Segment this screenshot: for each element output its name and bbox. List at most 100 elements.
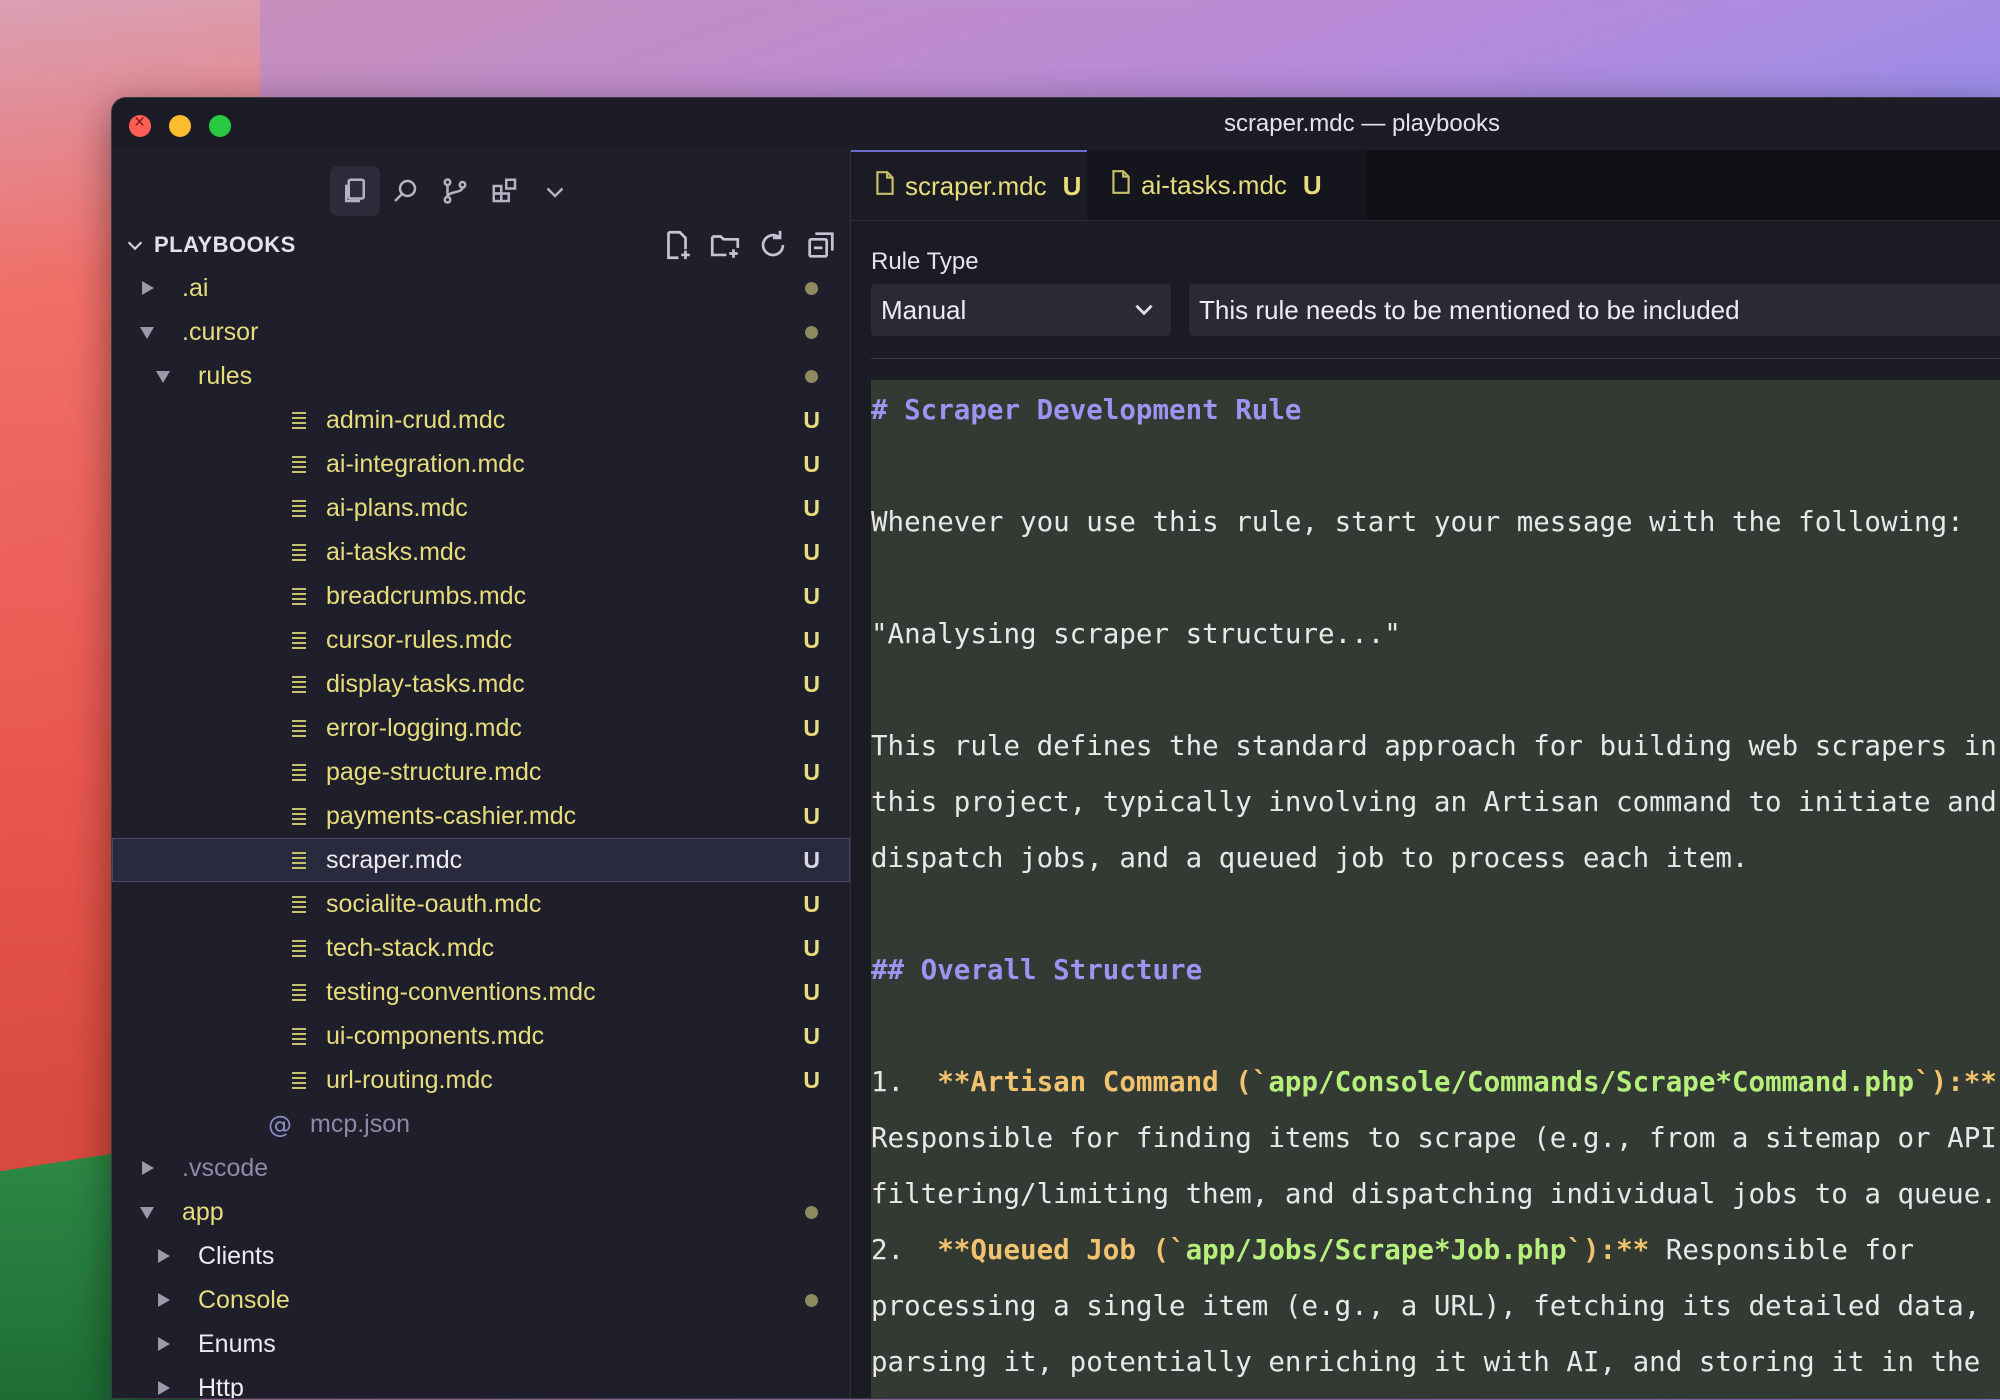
modified-dot-icon [805, 1294, 818, 1307]
tree-item-label: ui-components.mdc [326, 1022, 545, 1050]
maximize-window-button[interactable] [209, 115, 231, 137]
tree-folder[interactable]: app [112, 1190, 850, 1234]
tree-folder[interactable]: Console [112, 1278, 850, 1322]
collapse-all-icon[interactable] [804, 228, 838, 262]
chevron-right-icon [158, 1337, 170, 1351]
code-token: app/Jobs/Scrape*Job.php [1185, 1234, 1567, 1266]
code-token: 1. [871, 1066, 938, 1098]
tree-file[interactable]: socialite-oauth.mdc U [112, 882, 850, 926]
untracked-badge: U [803, 979, 820, 1005]
extensions-button[interactable] [480, 166, 530, 216]
markdown-file-icon [292, 893, 306, 913]
tree-item-label: Console [198, 1286, 290, 1314]
untracked-badge: U [803, 1023, 820, 1049]
editor-window: scraper.mdc — playbooks PLAYBOOKS [112, 98, 2000, 1398]
tree-item-label: .ai [182, 274, 209, 302]
tree-item-label: admin-crud.mdc [326, 406, 506, 434]
json-file-icon: @ [268, 1111, 292, 1139]
new-file-icon[interactable] [660, 228, 694, 262]
tree-item-label: Enums [198, 1330, 276, 1358]
code-token: `):** [1566, 1234, 1650, 1266]
tree-item-label: page-structure.mdc [326, 758, 542, 786]
chevron-right-icon [142, 1161, 154, 1175]
markdown-file-icon [292, 717, 306, 737]
tree-file[interactable]: tech-stack.mdc U [112, 926, 850, 970]
untracked-badge: U [803, 847, 820, 873]
markdown-file-icon [292, 453, 306, 473]
refresh-icon[interactable] [756, 228, 790, 262]
code-token: parsing it, potentially enriching it wit… [871, 1346, 1981, 1378]
tree-file[interactable]: @ mcp.json [112, 1102, 850, 1146]
tree-folder[interactable]: Enums [112, 1322, 850, 1366]
modified-dot-icon [805, 326, 818, 339]
tree-folder[interactable]: Http [112, 1366, 850, 1398]
tab-ai-tasks-mdc[interactable]: ai-tasks.mdc U [1087, 150, 1367, 220]
chevron-down-icon [546, 187, 564, 198]
tree-folder[interactable]: .vscode [112, 1146, 850, 1190]
tree-item-label: .vscode [182, 1154, 269, 1182]
tree-item-label: rules [198, 362, 253, 390]
untracked-badge: U [803, 759, 820, 785]
activity-bar [112, 160, 850, 220]
search-button[interactable] [380, 166, 430, 216]
tree-file[interactable]: testing-conventions.mdc U [112, 970, 850, 1014]
untracked-badge: U [803, 935, 820, 961]
untracked-badge: U [803, 583, 820, 609]
code-token: Responsible for finding items to scrape … [871, 1122, 2000, 1154]
chevron-right-icon [158, 1381, 170, 1395]
tab-scraper-mdc[interactable]: scraper.mdc U [851, 150, 1087, 220]
close-window-button[interactable] [129, 112, 151, 137]
markdown-file-icon [292, 497, 306, 517]
tree-folder[interactable]: .ai [112, 266, 850, 310]
explorer-button[interactable] [330, 166, 380, 216]
minimize-window-button[interactable] [169, 115, 191, 137]
tree-file[interactable]: display-tasks.mdc U [112, 662, 850, 706]
chevron-right-icon [158, 1293, 170, 1307]
tree-file[interactable]: ui-components.mdc U [112, 1014, 850, 1058]
more-views-button[interactable] [530, 166, 580, 216]
workspace-title: PLAYBOOKS [154, 232, 296, 257]
file-icon [1109, 169, 1133, 202]
tree-item-label: app [182, 1198, 224, 1226]
untracked-badge: U [803, 891, 820, 917]
untracked-badge: U [803, 539, 820, 565]
markdown-file-icon [292, 629, 306, 649]
tree-file[interactable]: ai-integration.mdc U [112, 442, 850, 486]
tree-folder[interactable]: .cursor [112, 310, 850, 354]
tab-label: scraper.mdc [905, 170, 1047, 201]
explorer-section-header[interactable]: PLAYBOOKS [112, 226, 850, 264]
tree-item-label: Clients [198, 1242, 275, 1270]
rule-type-select[interactable]: Manual [871, 284, 1171, 336]
tree-item-label: breadcrumbs.mdc [326, 582, 527, 610]
rule-description-field[interactable]: This rule needs to be mentioned to be in… [1189, 284, 2000, 336]
divider [871, 358, 2000, 359]
markdown-file-icon [292, 1025, 306, 1045]
source-control-button[interactable] [430, 166, 480, 216]
tree-file[interactable]: ai-tasks.mdc U [112, 530, 850, 574]
code-line: This rule defines the standard approach … [871, 730, 1997, 762]
code-line: 1. **Artisan Command (`app/Console/Comma… [871, 1066, 1997, 1098]
tree-file[interactable]: url-routing.mdc U [112, 1058, 850, 1102]
code-token: 2. [871, 1234, 938, 1266]
markdown-file-icon [292, 585, 306, 605]
tree-file[interactable]: ai-plans.mdc U [112, 486, 850, 530]
tree-file[interactable]: admin-crud.mdc U [112, 398, 850, 442]
tree-folder[interactable]: rules [112, 354, 850, 398]
tree-file[interactable]: cursor-rules.mdc U [112, 618, 850, 662]
rule-type-label: Rule Type [871, 248, 979, 275]
new-folder-icon[interactable] [708, 228, 742, 262]
tree-file[interactable]: page-structure.mdc U [112, 750, 850, 794]
tree-file[interactable]: error-logging.mdc U [112, 706, 850, 750]
code-editor[interactable]: # Scraper Development Rule Whenever you u… [871, 380, 2000, 1398]
tree-folder[interactable]: Clients [112, 1234, 850, 1278]
tree-file[interactable]: payments-cashier.mdc U [112, 794, 850, 838]
tree-file[interactable]: scraper.mdc U [112, 838, 850, 882]
window-title: scraper.mdc — playbooks [1223, 110, 1501, 137]
code-token: This rule defines the standard approach … [871, 730, 1997, 762]
tree-item-label: .cursor [182, 318, 259, 346]
untracked-badge: U [803, 671, 820, 697]
tree-item-label: ai-plans.mdc [326, 494, 468, 522]
code-line: # Scraper Development Rule [871, 394, 1301, 426]
file-tree: .ai .cursor rules admin-crud.mdc Uai-integra… [112, 266, 850, 1398]
tree-file[interactable]: breadcrumbs.mdc U [112, 574, 850, 618]
